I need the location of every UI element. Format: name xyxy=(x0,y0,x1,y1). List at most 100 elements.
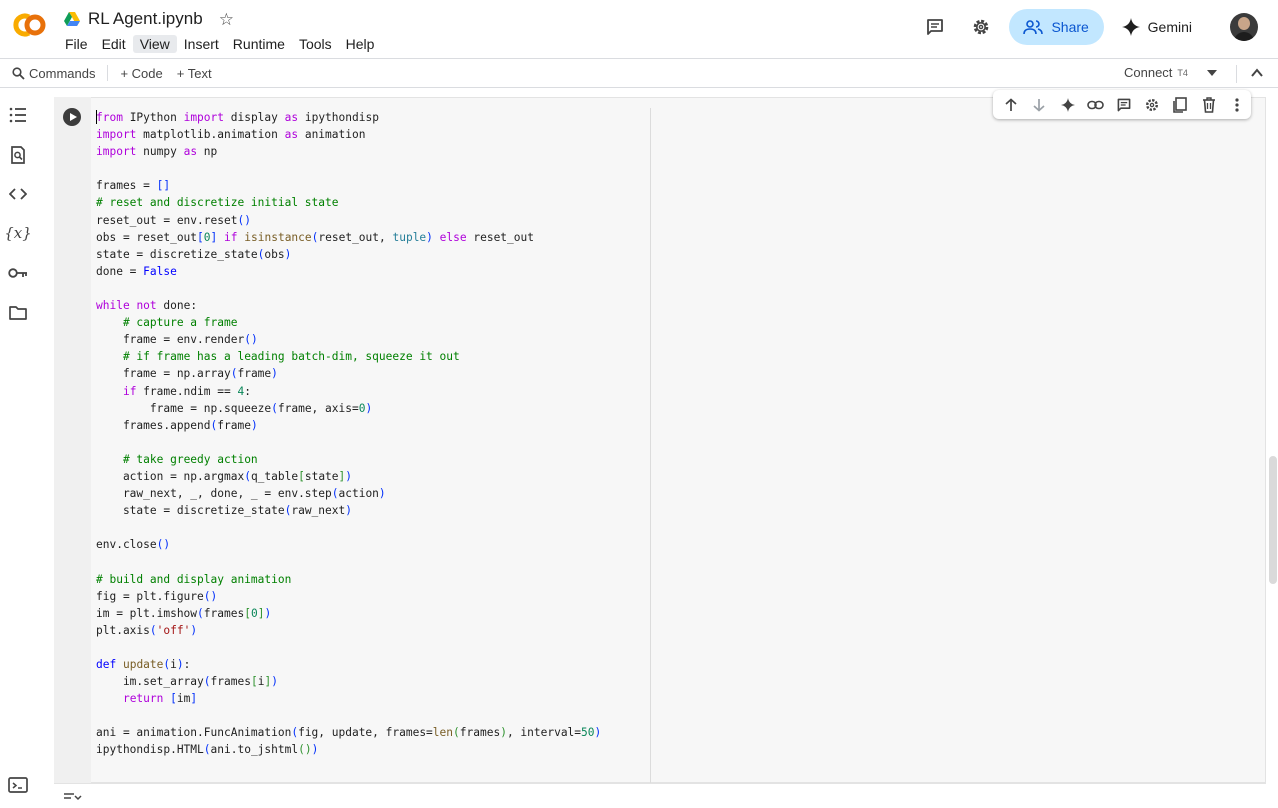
cell-toolbar xyxy=(993,90,1251,119)
gemini-button[interactable]: Gemini xyxy=(1121,18,1192,36)
code-line-3: import numpy as np xyxy=(96,145,218,159)
menu-file[interactable]: File xyxy=(58,35,95,53)
code-line-32: ​ xyxy=(96,639,601,656)
code-line-14: frame = env.render() xyxy=(96,333,258,347)
title-row: RL Agent.ipynb ☆ xyxy=(64,9,234,29)
secrets-key-icon[interactable] xyxy=(8,263,28,283)
code-line-31: plt.axis('off') xyxy=(96,623,198,637)
link-icon[interactable] xyxy=(1082,90,1110,119)
comment-icon xyxy=(926,19,943,35)
code-line-20: ​ xyxy=(96,434,601,451)
settings-icon[interactable] xyxy=(1138,90,1166,119)
menu-bar: File Edit View Insert Runtime Tools Help xyxy=(58,35,381,53)
code-line-26: env.close() xyxy=(96,538,171,552)
menu-runtime[interactable]: Runtime xyxy=(226,35,292,53)
code-line-21: # take greedy action xyxy=(122,452,258,466)
code-line-8: obs = reset_out[0] if isinstance(reset_o… xyxy=(96,230,534,244)
more-options-icon[interactable] xyxy=(1223,90,1251,119)
move-up-icon[interactable] xyxy=(997,90,1025,119)
notebook-title[interactable]: RL Agent.ipynb xyxy=(88,9,203,29)
avatar[interactable] xyxy=(1230,13,1258,41)
code-line-16: frame = np.array(frame) xyxy=(96,367,278,381)
run-cell-button[interactable] xyxy=(63,108,81,126)
google-drive-icon[interactable] xyxy=(64,12,80,26)
star-icon[interactable]: ☆ xyxy=(219,11,234,28)
menu-help[interactable]: Help xyxy=(339,35,382,53)
table-of-contents-icon[interactable] xyxy=(8,105,28,125)
code-line-2: import matplotlib.animation as animation xyxy=(96,128,366,142)
comment-icon[interactable] xyxy=(1110,90,1138,119)
code-line-13: # capture a frame xyxy=(122,316,238,330)
cell-divider xyxy=(54,783,1266,784)
share-label: Share xyxy=(1051,19,1089,35)
add-code-button[interactable]: + Code xyxy=(120,66,162,81)
move-down-icon[interactable] xyxy=(1025,90,1053,119)
menu-view[interactable]: View xyxy=(132,35,177,53)
terminal-icon[interactable] xyxy=(8,776,28,794)
menu-insert[interactable]: Insert xyxy=(177,35,226,53)
code-line-19: frames.append(frame) xyxy=(96,418,258,432)
code-line-12: while not done: xyxy=(96,299,198,313)
code-line-1: from IPython import display as ipythondi… xyxy=(96,110,379,124)
comments-button[interactable] xyxy=(917,9,953,45)
toolbar-left: Commands + Code + Text xyxy=(12,65,212,81)
code-line-15: # if frame has a leading batch-dim, sque… xyxy=(122,350,460,364)
code-line-35: return [im] xyxy=(122,692,198,706)
menu-tools[interactable]: Tools xyxy=(292,35,339,53)
code-line-37: ani = animation.FuncAnimation(fig, updat… xyxy=(96,726,602,740)
vertical-scrollbar[interactable] xyxy=(1269,456,1277,584)
code-line-36: ​ xyxy=(96,707,601,724)
gemini-sparkle-icon xyxy=(1121,18,1140,36)
code-line-28: # build and display animation xyxy=(96,572,292,586)
code-line-29: fig = plt.figure() xyxy=(96,589,218,603)
toolbar-divider xyxy=(107,65,109,81)
files-folder-icon[interactable] xyxy=(8,302,28,322)
gemini-label: Gemini xyxy=(1147,19,1192,35)
mirror-cell-icon[interactable] xyxy=(1166,90,1194,119)
line-length-ruler xyxy=(650,108,651,784)
code-line-10: done = False xyxy=(96,264,177,278)
code-line-34: im.set_array(frames[i]) xyxy=(96,675,278,689)
collapse-header-icon[interactable] xyxy=(1250,66,1264,80)
left-rail: {x} xyxy=(0,89,36,808)
settings-button[interactable] xyxy=(963,9,999,45)
code-line-4: ​ xyxy=(96,160,601,177)
code-editor[interactable]: from IPython import display as ipythondi… xyxy=(96,109,601,759)
chevron-down-icon[interactable] xyxy=(1206,68,1218,78)
output-toggle-icon[interactable] xyxy=(62,790,84,804)
code-line-25: ​ xyxy=(96,519,601,536)
app-header: RL Agent.ipynb ☆ File Edit View Insert R… xyxy=(0,0,1278,58)
menu-edit[interactable]: Edit xyxy=(95,35,133,53)
runtime-type: T4 xyxy=(1177,67,1188,78)
commands-button[interactable]: Commands xyxy=(12,66,95,81)
code-line-22: action = np.argmax(q_table[state]) xyxy=(96,469,353,483)
code-line-38: ipythondisp.HTML(ani.to_jshtml()) xyxy=(96,743,319,757)
find-replace-icon[interactable] xyxy=(8,145,28,165)
code-line-9: state = discretize_state(obs) xyxy=(96,247,292,261)
gear-icon xyxy=(973,19,988,35)
search-icon xyxy=(12,66,25,80)
code-line-18: frame = np.squeeze(frame, axis=0) xyxy=(96,401,373,415)
code-line-27: ​ xyxy=(96,553,601,570)
code-snippets-icon[interactable] xyxy=(8,184,28,204)
code-line-33: def update(i): xyxy=(96,658,191,671)
people-icon xyxy=(1023,20,1044,35)
gemini-sparkle-icon[interactable] xyxy=(1053,90,1081,119)
toolbar-divider-right xyxy=(1236,65,1237,83)
code-line-11: ​ xyxy=(96,280,601,297)
cell-gutter xyxy=(54,97,91,783)
colab-logo[interactable] xyxy=(12,10,52,40)
add-text-button[interactable]: + Text xyxy=(177,66,212,81)
variables-icon[interactable]: {x} xyxy=(4,223,32,243)
delete-icon[interactable] xyxy=(1195,90,1223,119)
code-line-7: reset_out = env.reset() xyxy=(96,213,251,227)
notebook-toolbar: Commands + Code + Text Connect T4 xyxy=(0,58,1278,88)
share-button[interactable]: Share xyxy=(1008,9,1104,45)
header-actions: Share Gemini xyxy=(917,9,1278,45)
code-line-30: im = plt.imshow(frames[0]) xyxy=(96,606,272,620)
code-line-24: state = discretize_state(raw_next) xyxy=(96,504,352,518)
connect-button[interactable]: Connect T4 xyxy=(1124,65,1188,80)
commands-label: Commands xyxy=(29,65,96,81)
connect-label: Connect xyxy=(1124,65,1173,80)
code-line-23: raw_next, _, done, _ = env.step(action) xyxy=(96,487,386,501)
